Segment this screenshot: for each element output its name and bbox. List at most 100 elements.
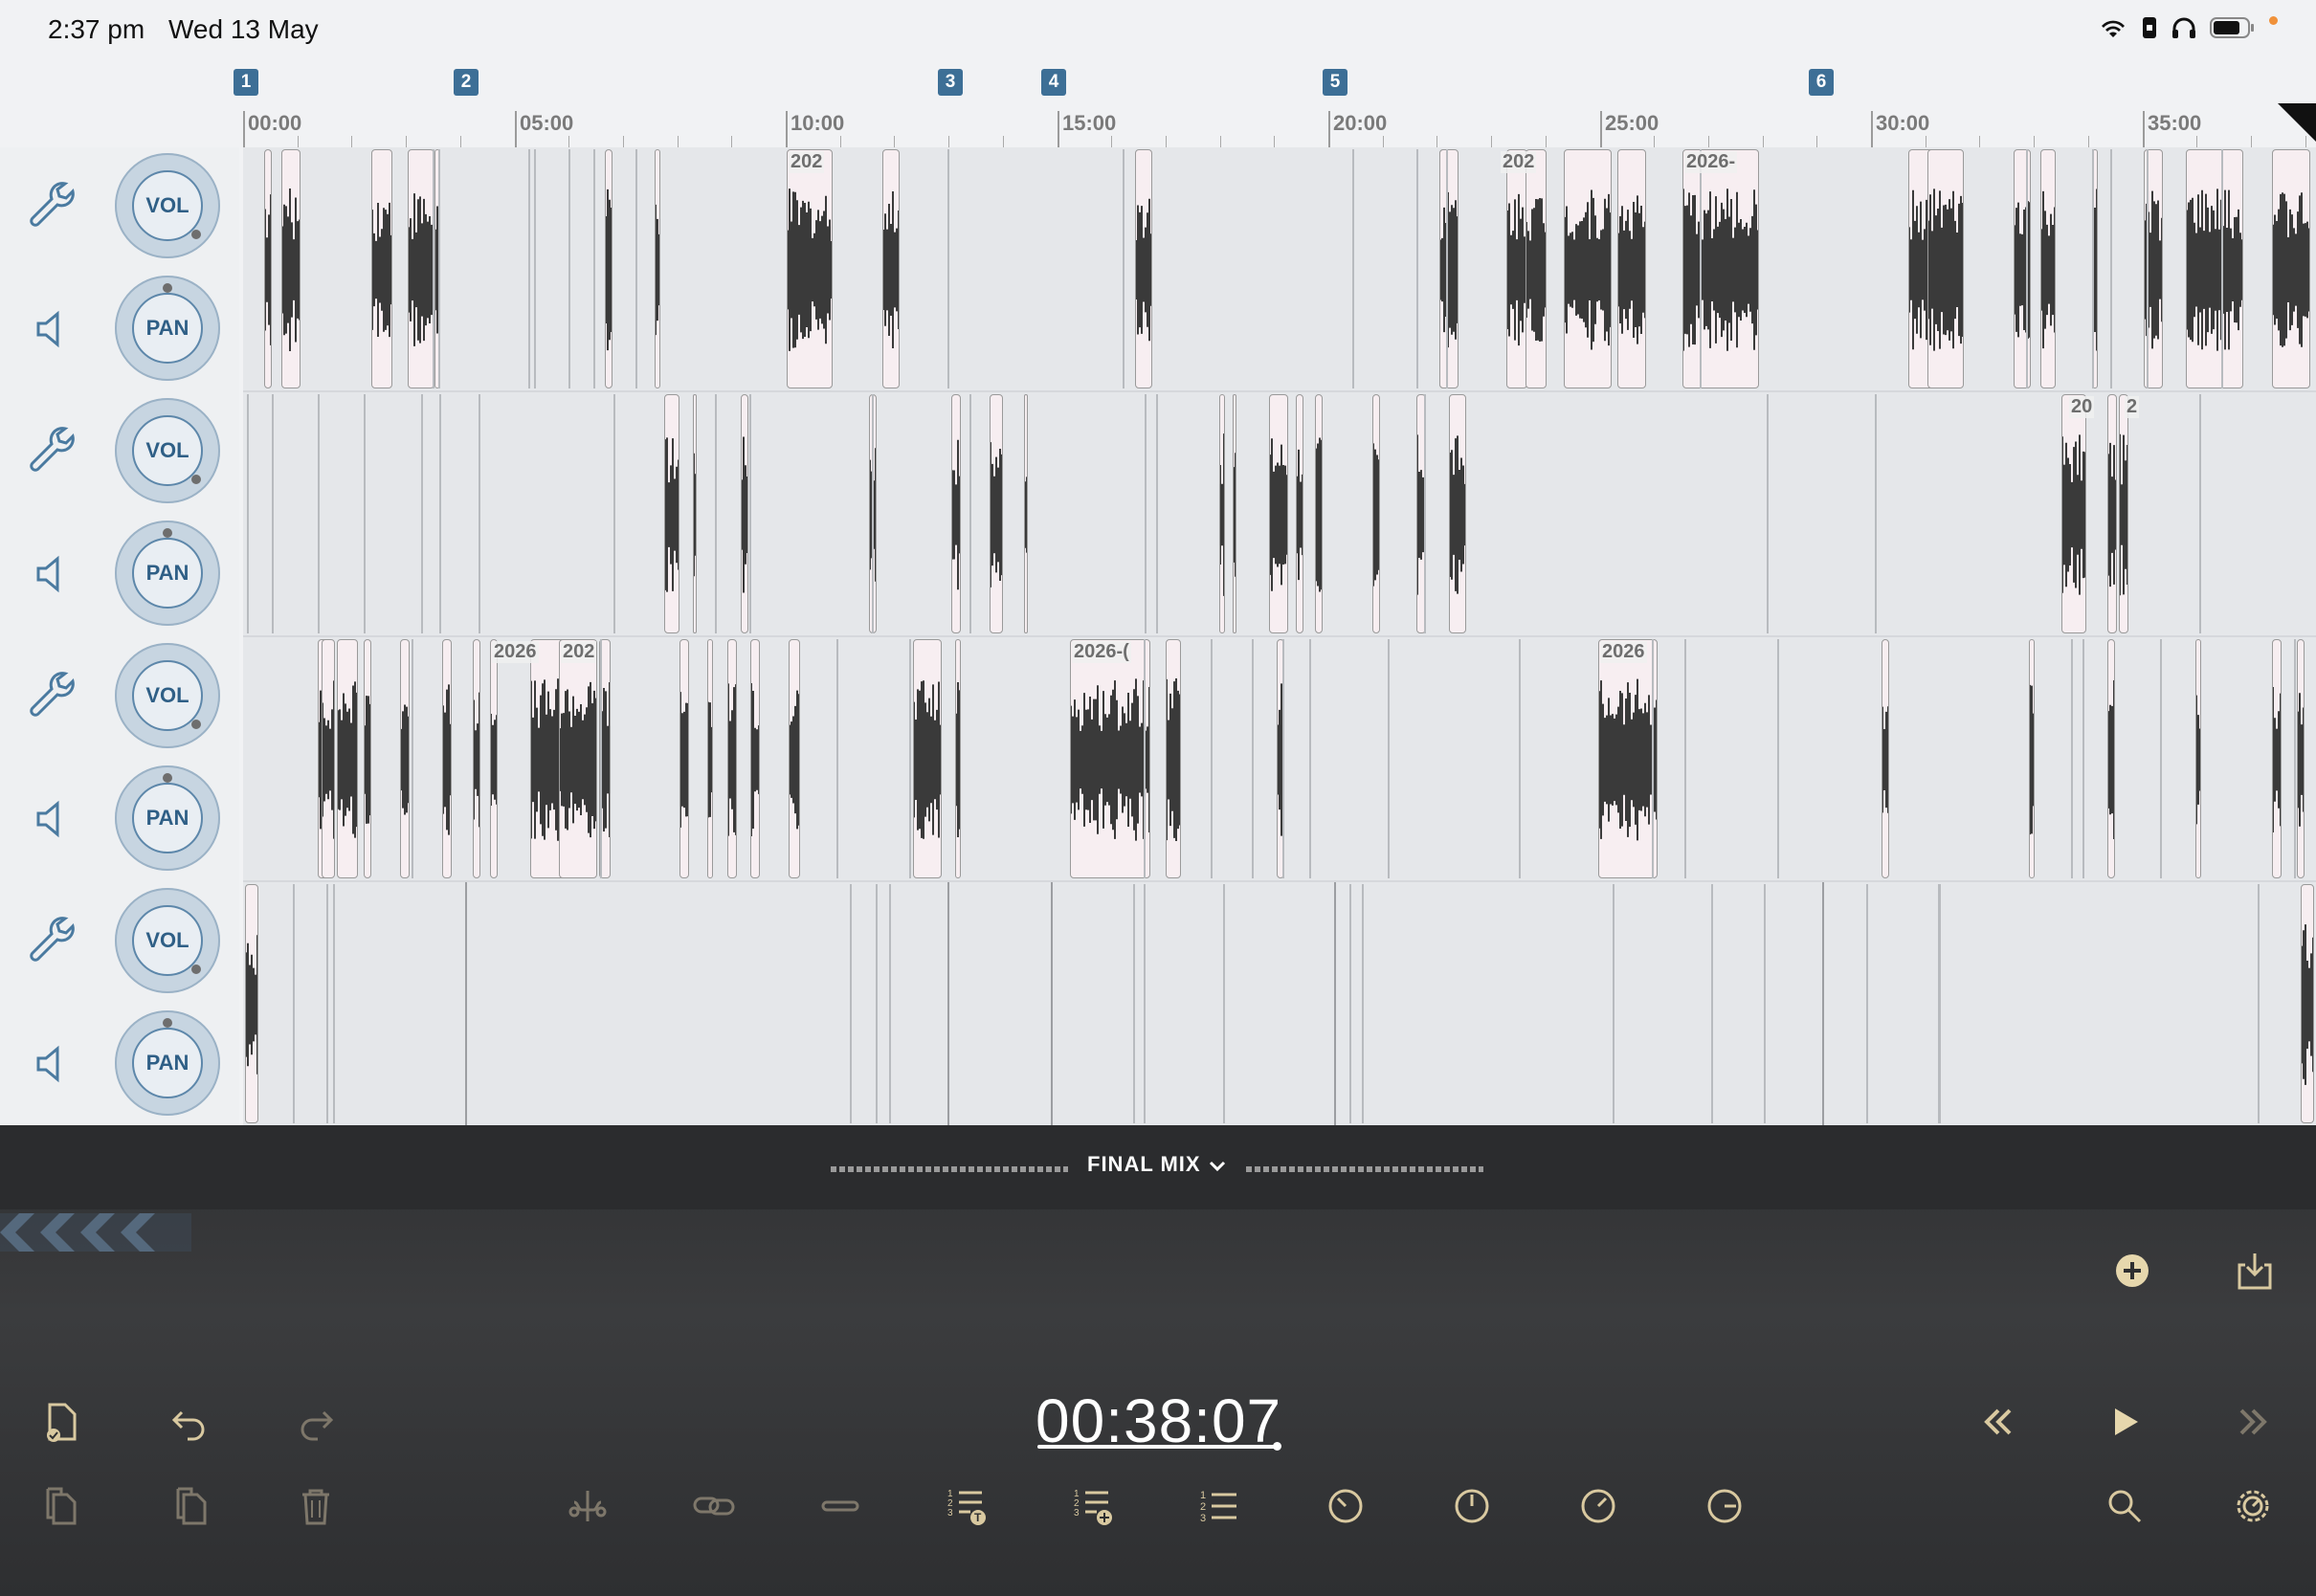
chevron-down-icon[interactable] [1208,1158,1227,1175]
redo-button[interactable] [287,1393,345,1451]
audio-clip[interactable] [490,639,498,878]
audio-clip[interactable] [337,639,358,878]
audio-clip[interactable] [364,639,371,878]
search-button[interactable] [2096,1477,2153,1535]
audio-clip[interactable] [2107,639,2115,878]
marker-1[interactable]: 1 [234,69,258,96]
audio-clip[interactable] [2301,884,2314,1123]
audio-clip[interactable] [2272,639,2282,878]
audio-clip[interactable] [679,639,689,878]
audio-clip[interactable] [322,639,335,878]
audio-clip[interactable] [1449,394,1466,633]
audio-clip[interactable] [1024,394,1028,633]
audio-clip[interactable] [1598,639,1658,878]
audio-clip[interactable] [1070,639,1150,878]
speaker-icon[interactable] [23,545,80,603]
audio-clip[interactable] [2107,394,2117,633]
track-area[interactable]: 202 202 2026- 20 2 2026 202 2026-(2026 [243,147,2316,1127]
audio-clip[interactable] [559,639,597,878]
audio-clip[interactable] [408,149,434,388]
undo-button[interactable] [161,1393,218,1451]
marker-5[interactable]: 5 [1323,69,1347,96]
list-title-button[interactable]: 123T [938,1477,995,1535]
audio-clip[interactable] [882,149,900,388]
audio-clip[interactable] [2186,149,2243,388]
wrench-icon[interactable] [23,176,80,233]
audio-clip[interactable] [2195,639,2201,878]
marker-2[interactable]: 2 [454,69,479,96]
audio-clip[interactable] [1882,639,1889,878]
audio-clip[interactable] [245,884,258,1123]
audio-clip[interactable] [1166,639,1181,878]
rewind-button[interactable] [1970,1393,2027,1451]
import-button[interactable] [2226,1242,2283,1299]
audio-track[interactable]: 20 2 [243,392,2316,637]
speaker-icon[interactable] [23,300,80,358]
audio-clip[interactable] [655,149,660,388]
audio-clip[interactable] [741,394,748,633]
audio-track[interactable]: 202 202 2026- [243,147,2316,392]
audio-clip[interactable] [371,149,392,388]
wrench-icon[interactable] [23,666,80,723]
audio-clip[interactable] [990,394,1003,633]
audio-clip[interactable] [1135,149,1152,388]
marker-4[interactable]: 4 [1041,69,1066,96]
volume-knob[interactable]: VOL [115,888,220,993]
audio-clip[interactable] [400,639,410,878]
audio-clip[interactable] [1682,149,1759,388]
speed-max-button[interactable] [1696,1477,1753,1535]
audio-clip[interactable] [2272,149,2310,388]
timecode-progress-knob[interactable] [1273,1442,1281,1451]
settings-button[interactable] [2224,1477,2282,1535]
audio-clip[interactable] [1315,394,1323,633]
audio-track[interactable]: 2026 202 2026-(2026 [243,637,2316,882]
audio-clip[interactable] [1525,149,1547,388]
speaker-icon[interactable] [23,1035,80,1093]
audio-clip[interactable] [442,639,452,878]
audio-clip[interactable] [787,149,833,388]
audio-clip[interactable] [727,639,737,878]
audio-clip[interactable] [281,149,301,388]
audio-clip[interactable] [605,149,612,388]
audio-clip[interactable] [2040,149,2056,388]
audio-clip[interactable] [1617,149,1646,388]
audio-clip[interactable] [264,149,272,388]
save-document-button[interactable] [33,1393,90,1451]
timeline-ruler[interactable]: 1 2 3 4 5 6 00:00 05:00 10:00 15:00 20:0… [234,59,2316,147]
delete-button[interactable] [287,1477,345,1535]
audio-clip[interactable] [664,394,679,633]
audio-clip[interactable] [2119,394,2128,633]
marker-3[interactable]: 3 [938,69,963,96]
audio-clip[interactable] [2029,639,2035,878]
mix-dropdown[interactable]: FINAL MIX [1087,1152,1201,1177]
audio-clip[interactable] [1233,394,1236,633]
fast-forward-button[interactable] [2224,1393,2282,1451]
list-add-button[interactable]: 123 [1064,1477,1122,1535]
audio-clip[interactable] [951,394,961,633]
join-button[interactable] [812,1477,869,1535]
audio-clip[interactable] [789,639,800,878]
audio-clip[interactable] [1564,149,1612,388]
add-button[interactable] [2104,1242,2161,1299]
pan-knob[interactable]: PAN [115,1010,220,1116]
audio-clip[interactable] [473,639,480,878]
volume-knob[interactable]: VOL [115,398,220,503]
paste-button[interactable] [161,1477,218,1535]
volume-knob[interactable]: VOL [115,153,220,258]
link-button[interactable] [685,1477,743,1535]
audio-clip[interactable] [955,639,961,878]
speaker-icon[interactable] [23,790,80,848]
speed-slow-button[interactable] [1317,1477,1374,1535]
speed-fast-button[interactable] [1570,1477,1627,1535]
audio-clip[interactable] [1296,394,1303,633]
audio-track[interactable] [243,882,2316,1127]
collapse-chevrons-icon[interactable] [0,1213,191,1252]
audio-clip[interactable] [707,639,713,878]
audio-clip[interactable] [750,639,760,878]
pan-knob[interactable]: PAN [115,276,220,381]
wrench-icon[interactable] [23,911,80,968]
audio-clip[interactable] [1219,394,1225,633]
audio-clip[interactable] [1506,149,1527,388]
volume-knob[interactable]: VOL [115,643,220,748]
wrench-icon[interactable] [23,421,80,478]
